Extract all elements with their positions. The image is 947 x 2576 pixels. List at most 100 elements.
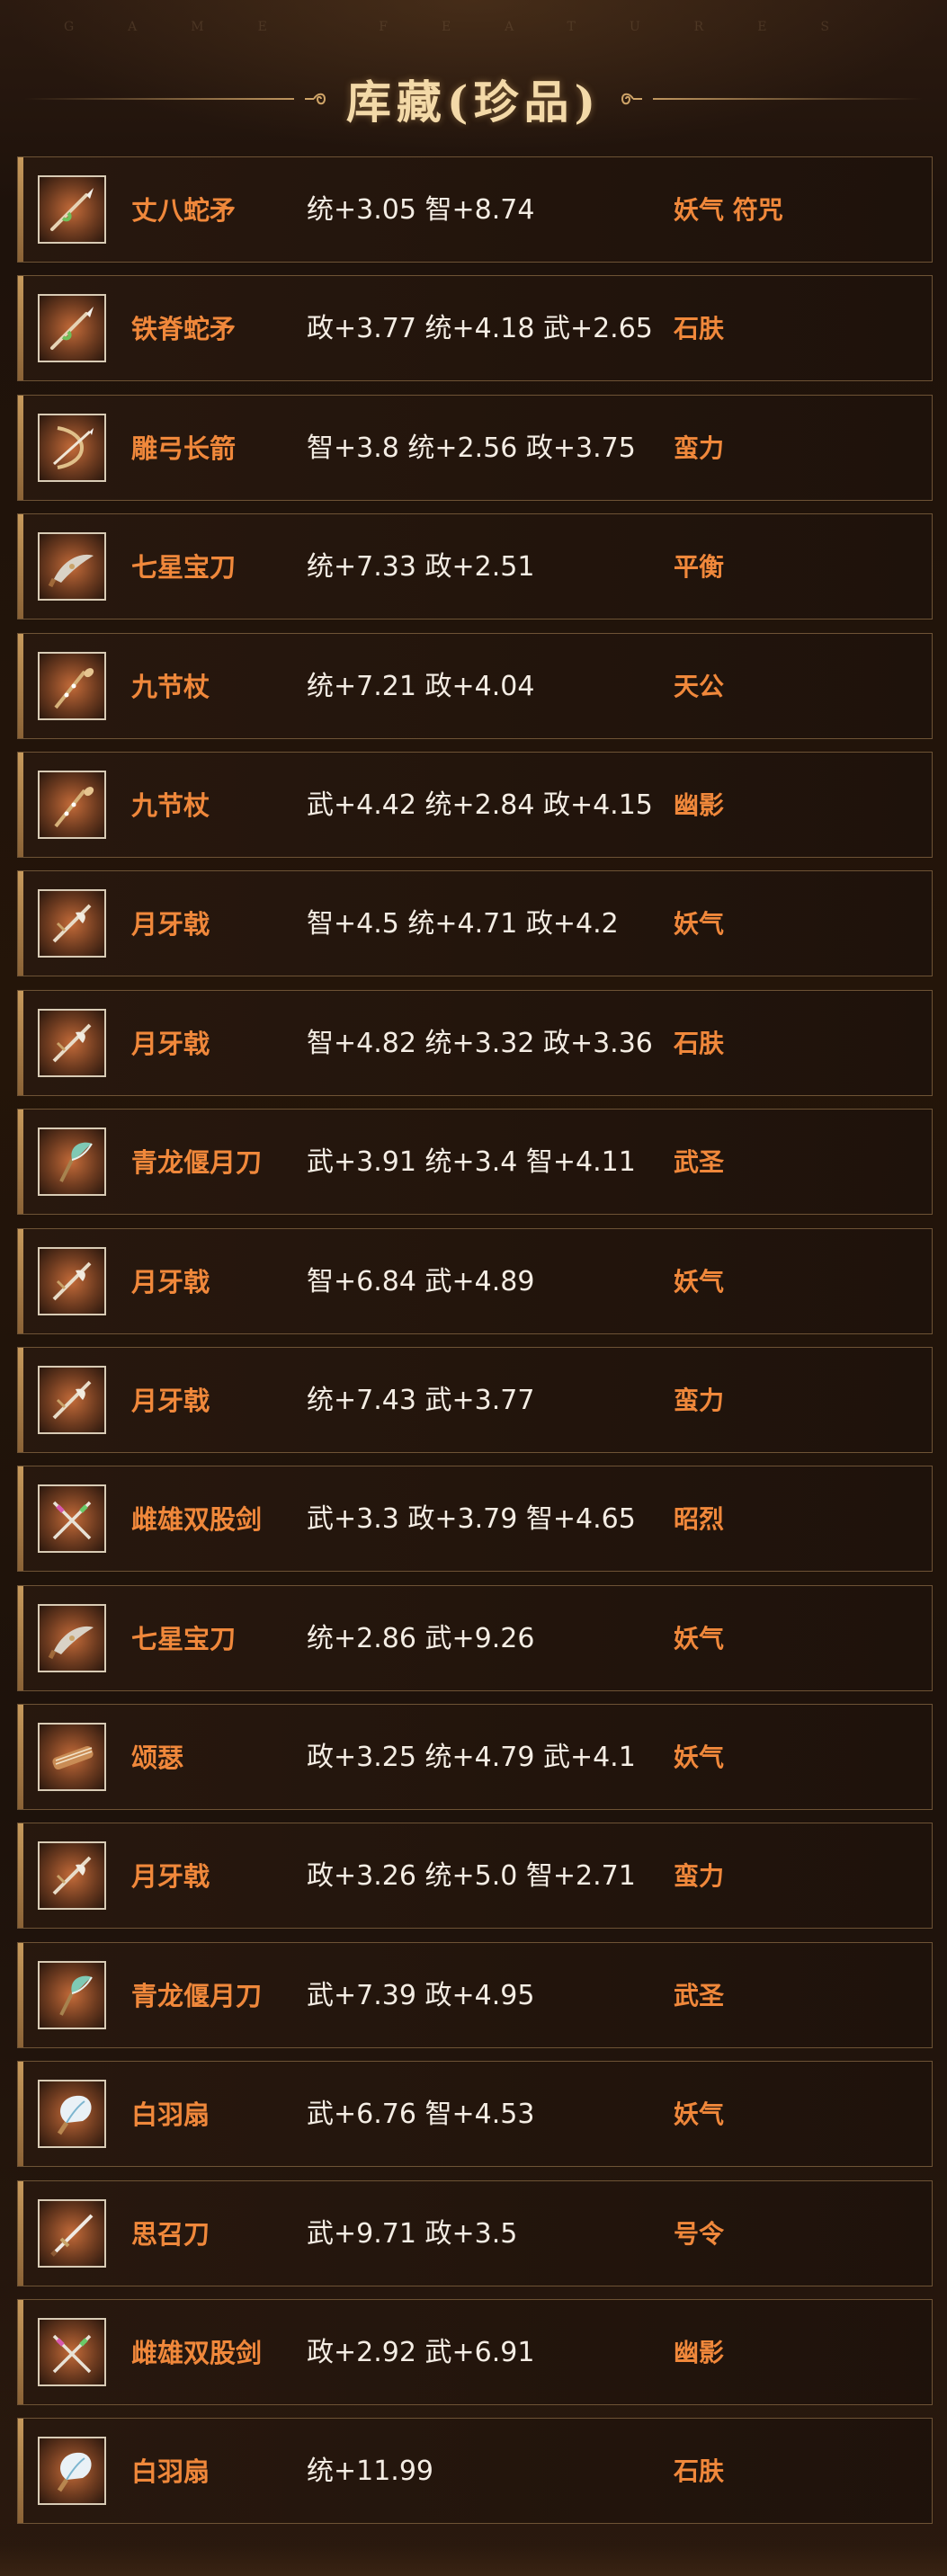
glaive-icon bbox=[59, 1975, 93, 2016]
treasure-row[interactable]: 思召刀 武+9.71 政+3.5 号令 bbox=[17, 2179, 933, 2286]
item-icon-frame bbox=[38, 2080, 106, 2149]
zither-icon bbox=[52, 1746, 94, 1770]
treasure-row[interactable]: 七星宝刀 统+7.33 政+2.51 平衡 bbox=[17, 513, 933, 620]
twin-swords-icon bbox=[52, 1502, 92, 1540]
treasure-row[interactable]: 月牙戟 统+7.43 武+3.77 蛮力 bbox=[17, 1346, 933, 1453]
item-icon-frame bbox=[38, 294, 106, 363]
item-name: 九节杖 bbox=[131, 789, 210, 821]
item-trait: 武圣 bbox=[674, 1147, 725, 1178]
treasure-row[interactable]: 月牙戟 智+6.84 武+4.89 妖气 bbox=[17, 1227, 933, 1334]
item-icon-frame bbox=[38, 1008, 106, 1077]
page-header: 库藏(珍品) bbox=[0, 63, 947, 135]
item-trait: 幽影 bbox=[674, 2338, 725, 2368]
spear-icon bbox=[50, 307, 94, 351]
item-name: 雌雄双股剑 bbox=[131, 2338, 263, 2369]
item-icon-frame bbox=[38, 770, 106, 839]
treasure-row[interactable]: 月牙戟 智+4.5 统+4.71 政+4.2 妖气 bbox=[17, 870, 933, 977]
item-icon-frame bbox=[38, 1246, 106, 1315]
item-trait: 石肤 bbox=[674, 314, 725, 344]
item-name: 思召刀 bbox=[131, 2218, 210, 2250]
item-trait: 石肤 bbox=[674, 1028, 725, 1058]
treasure-row[interactable]: 雕弓长箭 智+3.8 统+2.56 政+3.75 蛮力 bbox=[17, 394, 933, 501]
item-trait: 妖气 bbox=[674, 1743, 725, 1773]
item-trait: 蛮力 bbox=[674, 1861, 725, 1892]
item-icon-frame bbox=[38, 175, 106, 244]
item-stats: 政+3.77 统+4.18 武+2.65 bbox=[307, 313, 653, 345]
item-trait: 石肤 bbox=[674, 2456, 725, 2487]
item-icon-frame bbox=[38, 413, 106, 482]
bow-icon bbox=[52, 425, 94, 469]
item-name: 月牙戟 bbox=[131, 1385, 210, 1416]
item-name: 雕弓长箭 bbox=[131, 432, 237, 464]
item-trait: 幽影 bbox=[674, 789, 725, 820]
item-stats: 统+7.21 政+4.04 bbox=[307, 670, 535, 702]
treasure-row[interactable]: 雌雄双股剑 武+3.3 政+3.79 智+4.65 昭烈 bbox=[17, 1466, 933, 1573]
header-divider-left bbox=[23, 98, 294, 100]
item-trait: 平衡 bbox=[674, 552, 725, 583]
item-stats: 政+2.92 武+6.91 bbox=[307, 2337, 535, 2369]
item-stats: 智+3.8 统+2.56 政+3.75 bbox=[307, 432, 636, 464]
treasure-row[interactable]: 青龙偃月刀 武+3.91 统+3.4 智+4.11 武圣 bbox=[17, 1109, 933, 1216]
item-stats: 武+3.3 政+3.79 智+4.65 bbox=[307, 1503, 636, 1536]
item-name: 颂瑟 bbox=[131, 1743, 184, 1774]
treasure-row[interactable]: 七星宝刀 统+2.86 武+9.26 妖气 bbox=[17, 1584, 933, 1691]
twin-swords-icon bbox=[52, 2334, 92, 2374]
item-trait: 蛮力 bbox=[674, 432, 725, 463]
feather-fan-icon bbox=[57, 2096, 92, 2135]
item-icon-frame bbox=[38, 2437, 106, 2506]
treasure-row[interactable]: 青龙偃月刀 武+7.39 政+4.95 武圣 bbox=[17, 1941, 933, 2048]
item-name: 雌雄双股剑 bbox=[131, 1504, 263, 1536]
item-stats: 政+3.25 统+4.79 武+4.1 bbox=[307, 1742, 636, 1774]
item-icon-frame bbox=[38, 1841, 106, 1911]
item-trait: 号令 bbox=[674, 2218, 725, 2249]
item-stats: 统+11.99 bbox=[307, 2456, 434, 2488]
item-stats: 武+3.91 统+3.4 智+4.11 bbox=[307, 1146, 636, 1179]
item-name: 月牙戟 bbox=[131, 1028, 210, 1059]
blade-icon bbox=[48, 555, 94, 588]
staff-icon bbox=[54, 787, 94, 828]
item-trait: 妖气 bbox=[674, 909, 725, 940]
item-trait: 天公 bbox=[674, 671, 725, 701]
header-divider-right bbox=[653, 98, 924, 100]
item-name: 铁脊蛇矛 bbox=[131, 314, 237, 345]
item-icon-frame bbox=[38, 2318, 106, 2387]
item-icon-frame bbox=[38, 1365, 106, 1434]
treasure-row[interactable]: 颂瑟 政+3.25 统+4.79 武+4.1 妖气 bbox=[17, 1704, 933, 1811]
item-name: 月牙戟 bbox=[131, 909, 210, 940]
item-icon-frame bbox=[38, 1484, 106, 1554]
header-watermark: GAME FEATURES bbox=[63, 20, 884, 34]
blade-icon bbox=[48, 1626, 94, 1659]
item-stats: 智+6.84 武+4.89 bbox=[307, 1265, 535, 1297]
feather-fan-icon bbox=[57, 2453, 92, 2492]
treasure-row[interactable]: 九节杖 武+4.42 统+2.84 政+4.15 幽影 bbox=[17, 751, 933, 858]
item-name: 月牙戟 bbox=[131, 1266, 210, 1297]
item-name: 丈八蛇矛 bbox=[131, 195, 237, 226]
item-stats: 武+7.39 政+4.95 bbox=[307, 1979, 535, 2011]
item-name: 九节杖 bbox=[131, 671, 210, 702]
treasure-row[interactable]: 丈八蛇矛 统+3.05 智+8.74 妖气 符咒 bbox=[17, 156, 933, 263]
treasure-row[interactable]: 白羽扇 武+6.76 智+4.53 妖气 bbox=[17, 2061, 933, 2168]
page-title: 库藏(珍品) bbox=[345, 76, 602, 129]
item-stats: 武+9.71 政+3.5 bbox=[307, 2217, 518, 2250]
item-stats: 统+3.05 智+8.74 bbox=[307, 194, 535, 226]
item-name: 白羽扇 bbox=[131, 2099, 210, 2131]
item-icon-frame bbox=[38, 889, 106, 958]
treasure-row[interactable]: 雌雄双股剑 政+2.92 武+6.91 幽影 bbox=[17, 2299, 933, 2406]
item-stats: 武+4.42 统+2.84 政+4.15 bbox=[307, 789, 653, 821]
treasure-row[interactable]: 铁脊蛇矛 政+3.77 统+4.18 武+2.65 石肤 bbox=[17, 275, 933, 382]
item-trait: 昭烈 bbox=[674, 1504, 725, 1535]
treasure-row[interactable]: 月牙戟 政+3.26 统+5.0 智+2.71 蛮力 bbox=[17, 1823, 933, 1930]
item-icon-frame bbox=[38, 2198, 106, 2268]
treasure-row[interactable]: 白羽扇 统+11.99 石肤 bbox=[17, 2418, 933, 2525]
item-stats: 统+7.33 政+2.51 bbox=[307, 551, 535, 584]
treasure-list: 丈八蛇矛 统+3.05 智+8.74 妖气 符咒 铁脊蛇矛 政+3.77 统+4.18 … bbox=[17, 156, 933, 2537]
item-name: 白羽扇 bbox=[131, 2456, 210, 2488]
staff-icon bbox=[54, 667, 94, 709]
item-stats: 武+6.76 智+4.53 bbox=[307, 2099, 535, 2131]
treasure-row[interactable]: 月牙戟 智+4.82 统+3.32 政+3.36 石肤 bbox=[17, 989, 933, 1096]
halberd-icon bbox=[52, 1857, 92, 1895]
item-name: 青龙偃月刀 bbox=[131, 1980, 263, 2011]
treasure-row[interactable]: 九节杖 统+7.21 政+4.04 天公 bbox=[17, 632, 933, 739]
item-stats: 政+3.26 统+5.0 智+2.71 bbox=[307, 1860, 636, 1893]
item-trait: 妖气 bbox=[674, 1623, 725, 1653]
